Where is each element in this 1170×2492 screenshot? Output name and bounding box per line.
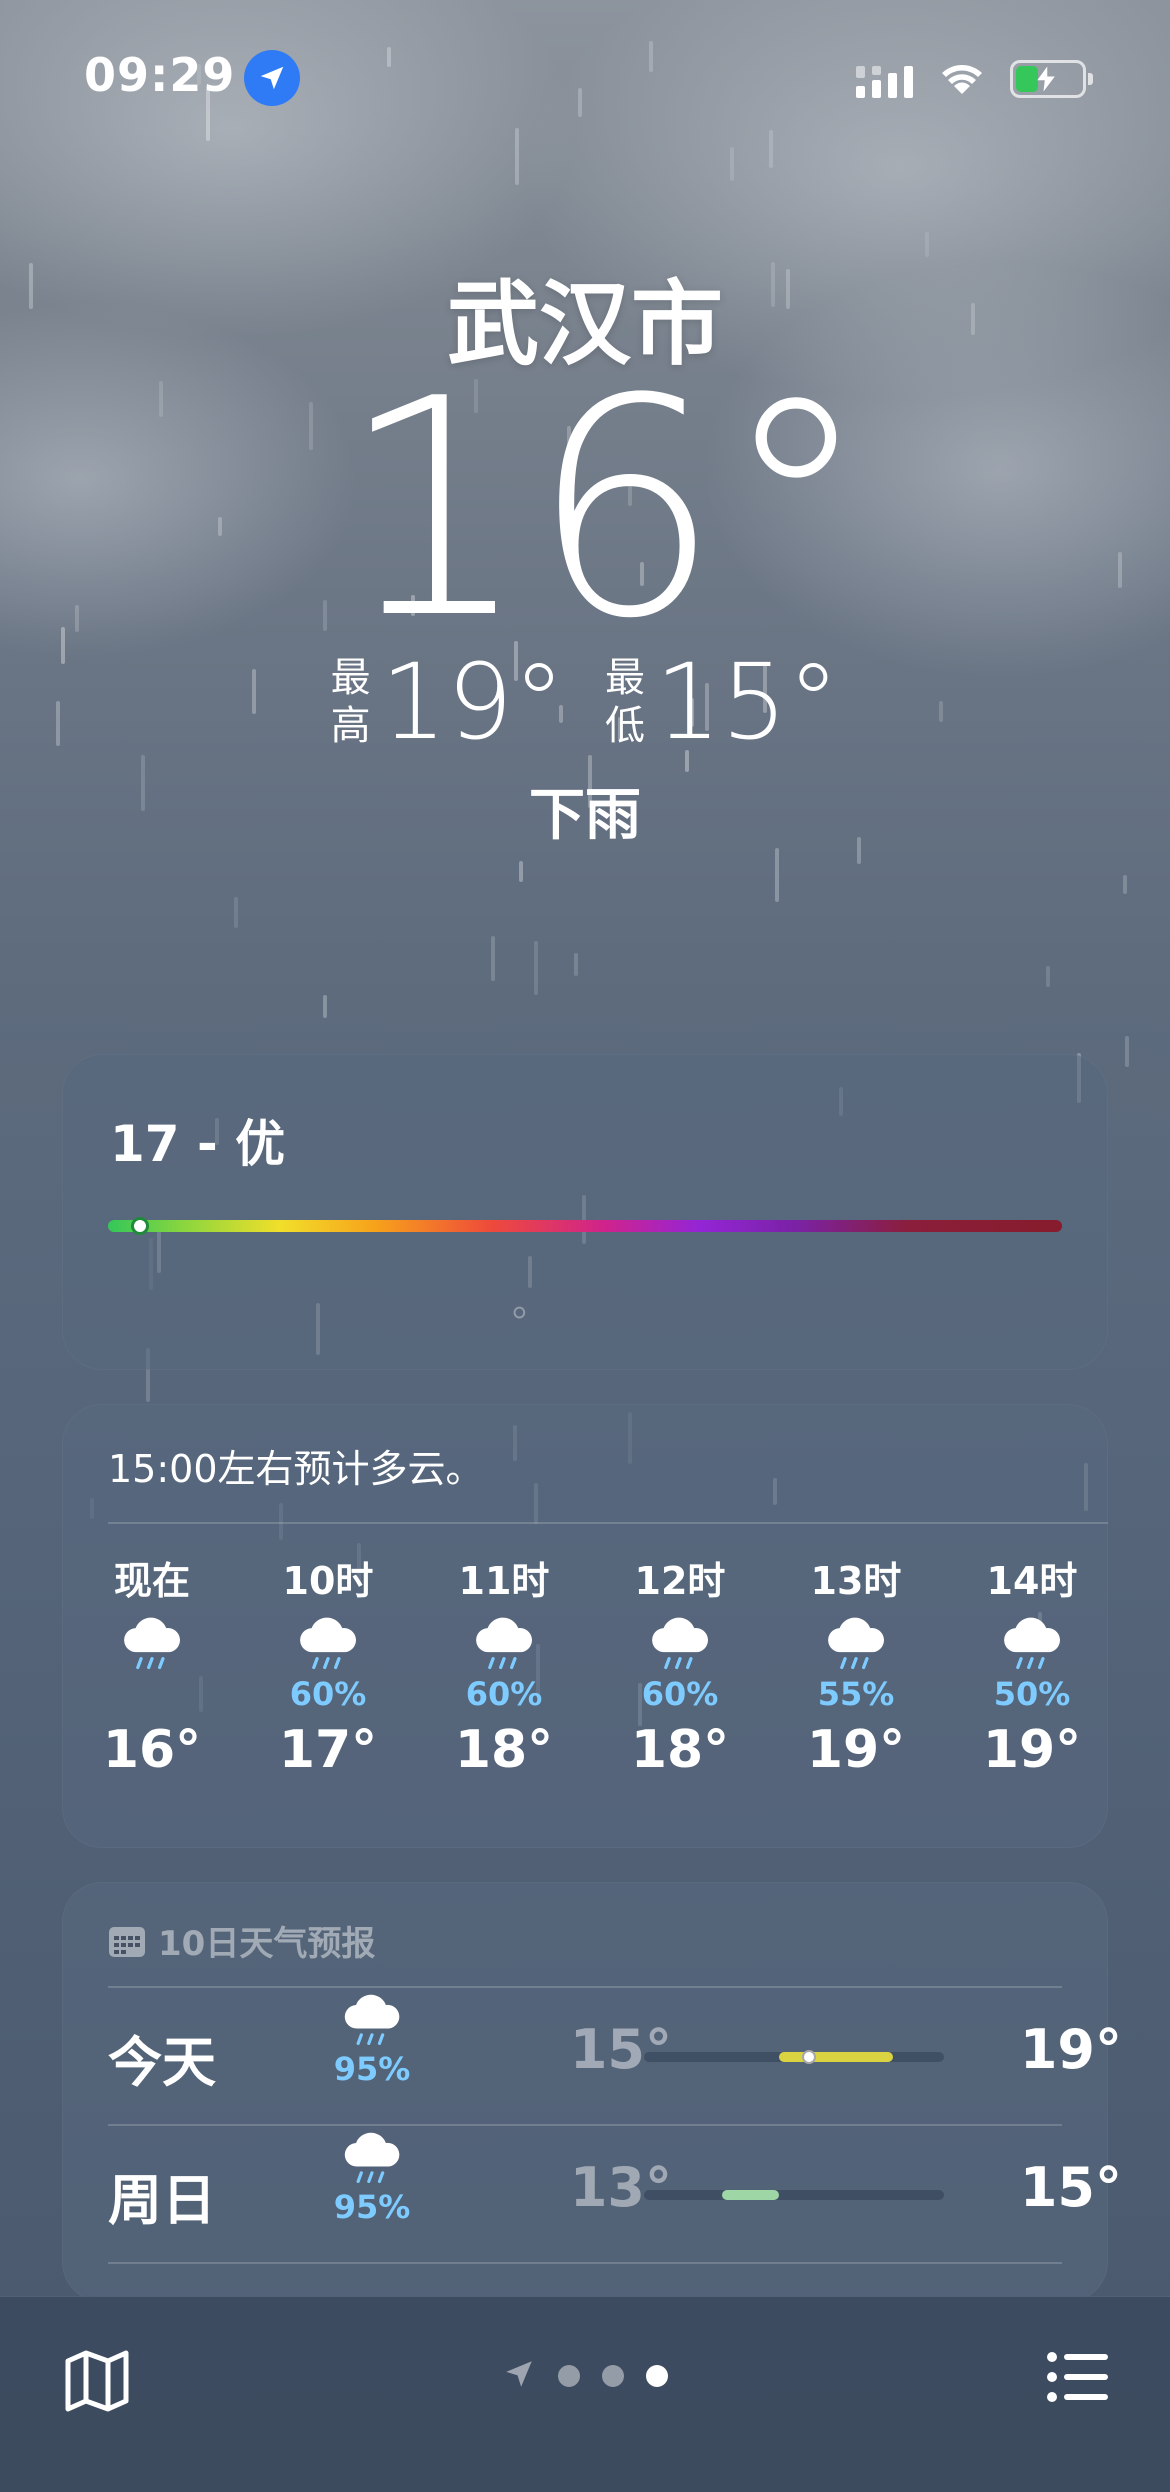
hour-temperature: 17° <box>278 1720 378 1780</box>
hour-temperature: 16° <box>102 1720 202 1780</box>
day-label: 周日 <box>108 2169 216 2232</box>
hour-label: 12时 <box>634 1559 726 1603</box>
high-temperature: 19° <box>1019 2018 1122 2081</box>
high-label: 最 高 <box>330 655 371 749</box>
precip-chance: 60% <box>641 1675 719 1713</box>
rain-streak <box>730 147 734 181</box>
aqi-scale-bar <box>108 1217 1062 1235</box>
high-low-row: 最 高 19° 最 低 15° <box>0 650 1170 754</box>
page-dot[interactable] <box>602 2365 624 2387</box>
hourly-item: 13时 55% 19° <box>781 1554 931 1780</box>
hourly-item: 10时 60% 17° <box>253 1554 403 1780</box>
hourly-item: 现在 16° <box>77 1554 227 1780</box>
calendar-icon <box>109 1926 145 1957</box>
cloud-rain-icon <box>781 1614 931 1674</box>
hour-temperature: 18° <box>630 1720 730 1780</box>
status-time: 09:29 <box>84 48 236 102</box>
rain-streak <box>1125 1036 1129 1067</box>
high-group: 最 高 19° <box>331 650 565 754</box>
divider <box>108 2262 1062 2264</box>
cloud-rain-icon <box>253 1614 403 1674</box>
hourly-summary: 15:00左右预计多云。 <box>108 1447 484 1491</box>
rain-streak <box>491 936 495 981</box>
aqi-indicator <box>131 1217 150 1235</box>
status-bar: 09:29 <box>0 40 1170 120</box>
wifi-icon <box>942 65 982 94</box>
day-label: 今天 <box>108 2031 216 2094</box>
low-group: 最 低 15° <box>605 650 839 754</box>
hour-temperature: 19° <box>806 1720 906 1780</box>
bottom-toolbar <box>0 2296 1170 2492</box>
cloud-rain-icon <box>429 1614 579 1674</box>
condition-text: 下雨 <box>529 783 641 848</box>
list-icon[interactable] <box>1046 2351 1110 2403</box>
precip-chance: 60% <box>289 1675 367 1713</box>
hour-label: 10时 <box>282 1559 374 1603</box>
page-dot[interactable] <box>558 2365 580 2387</box>
hourly-forecast-card[interactable]: 15:00左右预计多云。 现在 16° 10时 60% 17° 11时 60% 18° 12时 6… <box>62 1404 1108 1848</box>
rain-streak <box>515 128 519 185</box>
current-temperature: 16° <box>339 335 871 684</box>
rain-streak <box>775 848 779 902</box>
cloud-rain-icon <box>77 1614 227 1674</box>
temperature-range-track <box>644 2190 944 2200</box>
hour-label: 11时 <box>458 1559 550 1603</box>
hour-temperature: 18° <box>454 1720 554 1780</box>
daily-row[interactable]: 周日 95% 13° 15° <box>62 2124 1122 2262</box>
location-page-icon[interactable] <box>502 2357 536 2395</box>
hour-label: 14时 <box>986 1559 1078 1603</box>
low-temperature: 15° <box>655 641 840 763</box>
hour-label: 13时 <box>810 1559 902 1603</box>
ten-day-title: 10日天气预报 <box>158 1924 376 1964</box>
rain-streak <box>1123 875 1127 894</box>
hourly-item: 12时 60% 18° <box>605 1554 755 1780</box>
precip-chance: 50% <box>993 1675 1071 1713</box>
page-dot[interactable] <box>646 2365 668 2387</box>
location-arrow-icon <box>244 50 300 106</box>
precip-chance <box>77 1674 227 1714</box>
low-temperature: 13° <box>569 2156 672 2219</box>
aqi-title: 17 - 优 <box>110 1115 286 1173</box>
daily-row[interactable]: 今天 95% 15° 19° <box>62 1986 1122 2124</box>
rain-streak <box>1046 966 1050 987</box>
cellular-signal-icon <box>856 66 913 98</box>
rain-streak <box>234 897 238 928</box>
divider <box>108 1522 1108 1524</box>
hour-temperature: 19° <box>982 1720 1082 1780</box>
hourly-item: 14时 50% 19° <box>957 1554 1107 1780</box>
precip-chance: 60% <box>465 1675 543 1713</box>
cloud-rain-icon: 95% <box>312 2130 432 2226</box>
high-temperature: 15° <box>1019 2156 1122 2219</box>
rain-streak <box>769 130 773 168</box>
rain-streak <box>574 953 578 976</box>
ten-day-header: 10日天气预报 <box>108 1916 375 1965</box>
temperature-range-track <box>644 2050 944 2064</box>
precip-chance: 55% <box>817 1675 895 1713</box>
ten-day-forecast-card[interactable]: 10日天气预报 今天 95% 15° 19° 周日 95% 13° 15° <box>62 1882 1122 2302</box>
rain-streak <box>519 861 523 882</box>
hourly-list[interactable]: 现在 16° 10时 60% 17° 11时 60% 18° 12时 60% 18° 13时 55% 19… <box>62 1554 1108 1814</box>
cloud-rain-icon <box>605 1614 755 1674</box>
cloud-rain-icon: 95% <box>312 1992 432 2088</box>
hour-label: 现在 <box>113 1559 190 1603</box>
low-temperature: 15° <box>569 2018 672 2081</box>
high-temperature: 19° <box>380 641 565 763</box>
hourly-item: 11时 60% 18° <box>429 1554 579 1780</box>
rain-streak <box>323 995 327 1018</box>
precip-chance: 95% <box>333 2188 411 2226</box>
air-quality-card[interactable]: 17 - 优 。 <box>62 1054 1108 1370</box>
page-indicator[interactable] <box>0 2357 1170 2395</box>
cloud-rain-icon <box>957 1614 1107 1674</box>
temperature-range-bar <box>722 2190 779 2200</box>
precip-chance: 95% <box>333 2050 411 2088</box>
current-temp-marker <box>802 2050 816 2064</box>
temperature-range-bar <box>779 2052 893 2062</box>
rain-streak <box>534 941 538 995</box>
low-label: 最 低 <box>605 655 645 749</box>
aqi-description: 。 <box>512 1281 551 1325</box>
battery-charging-icon <box>1010 60 1093 98</box>
